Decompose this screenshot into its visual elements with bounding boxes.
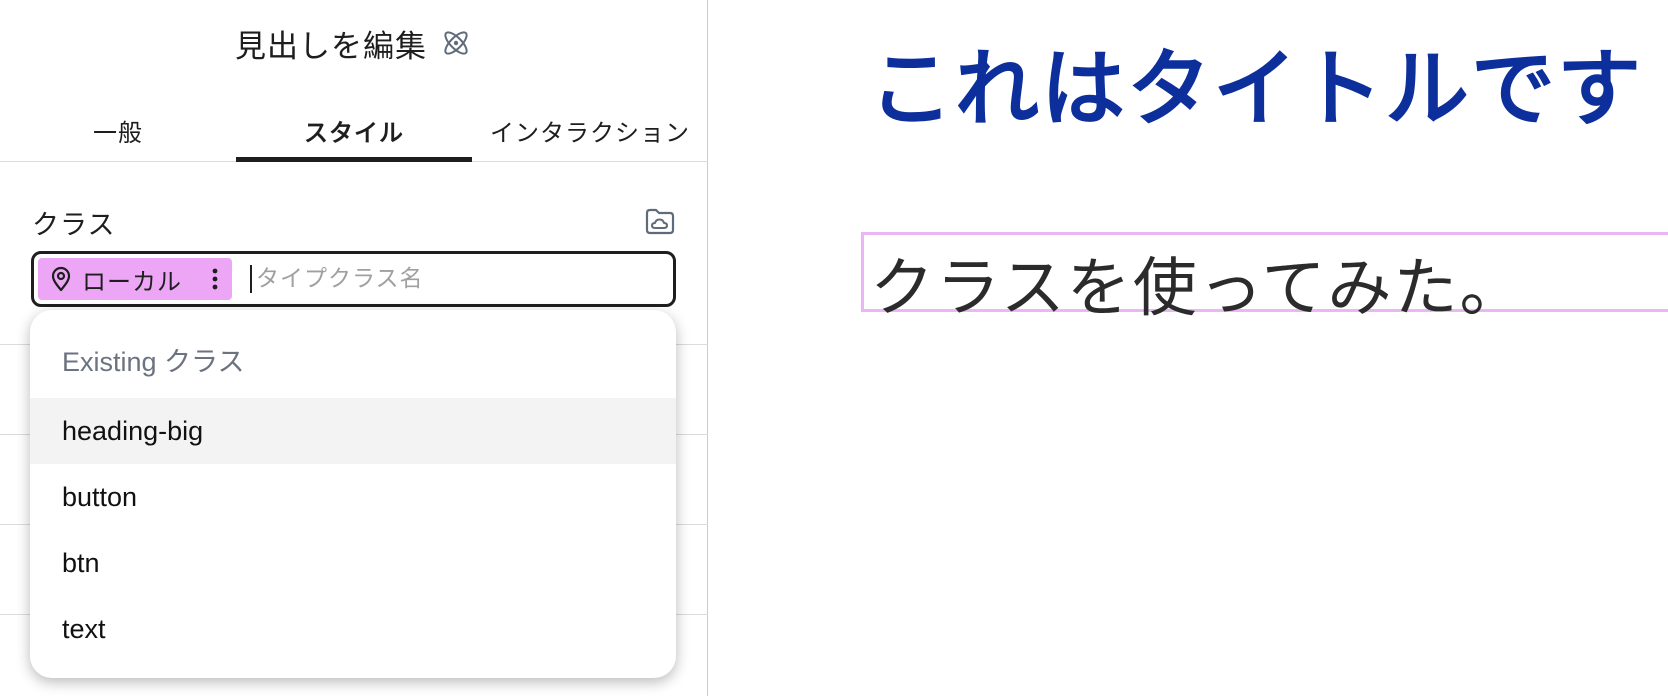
tab-interaction[interactable]: インタラクション: [472, 100, 708, 161]
canvas-paragraph[interactable]: クラスを使ってみた。: [870, 237, 1526, 329]
tab-style[interactable]: スタイル: [236, 100, 472, 162]
local-class-chip[interactable]: ローカル: [38, 258, 232, 300]
dropdown-list: heading-big button btn text: [30, 398, 676, 662]
panel-tabs: 一般 スタイル インタラクション: [0, 100, 708, 162]
panel-title: 見出しを編集: [235, 28, 427, 65]
class-selector-input[interactable]: ローカル: [31, 251, 676, 307]
design-canvas: これはタイトルです クラスを使ってみた。: [709, 0, 1668, 696]
selected-element-outline[interactable]: クラスを使ってみた。: [861, 232, 1668, 326]
dropdown-item-text[interactable]: text: [30, 596, 676, 662]
dropdown-heading: Existing クラス: [62, 347, 245, 377]
canvas-heading[interactable]: これはタイトルです: [869, 22, 1643, 143]
tab-general[interactable]: 一般: [0, 100, 236, 161]
class-suggestions-dropdown: Existing クラス heading-big button btn text: [30, 310, 676, 678]
react-atom-icon: [444, 31, 468, 55]
editor-window: 見出しを編集 一般 スタイル インタラクション クラス ローカル タイプクラス名…: [0, 0, 1668, 696]
class-name-input[interactable]: [254, 265, 658, 293]
folder-cloud-icon[interactable]: [644, 206, 676, 236]
chip-label: ローカル: [82, 267, 182, 296]
dropdown-item-heading-big[interactable]: heading-big: [30, 398, 676, 464]
vertical-dots-icon[interactable]: [208, 266, 222, 292]
map-pin-icon: [51, 266, 71, 292]
dropdown-item-button[interactable]: button: [30, 464, 676, 530]
dropdown-item-btn[interactable]: btn: [30, 530, 676, 596]
panel-header: 見出しを編集: [0, 18, 708, 68]
settings-panel: 見出しを編集 一般 スタイル インタラクション クラス ローカル タイプクラス名…: [0, 0, 708, 696]
class-section-label: クラス: [32, 210, 116, 241]
text-cursor: [250, 265, 252, 293]
